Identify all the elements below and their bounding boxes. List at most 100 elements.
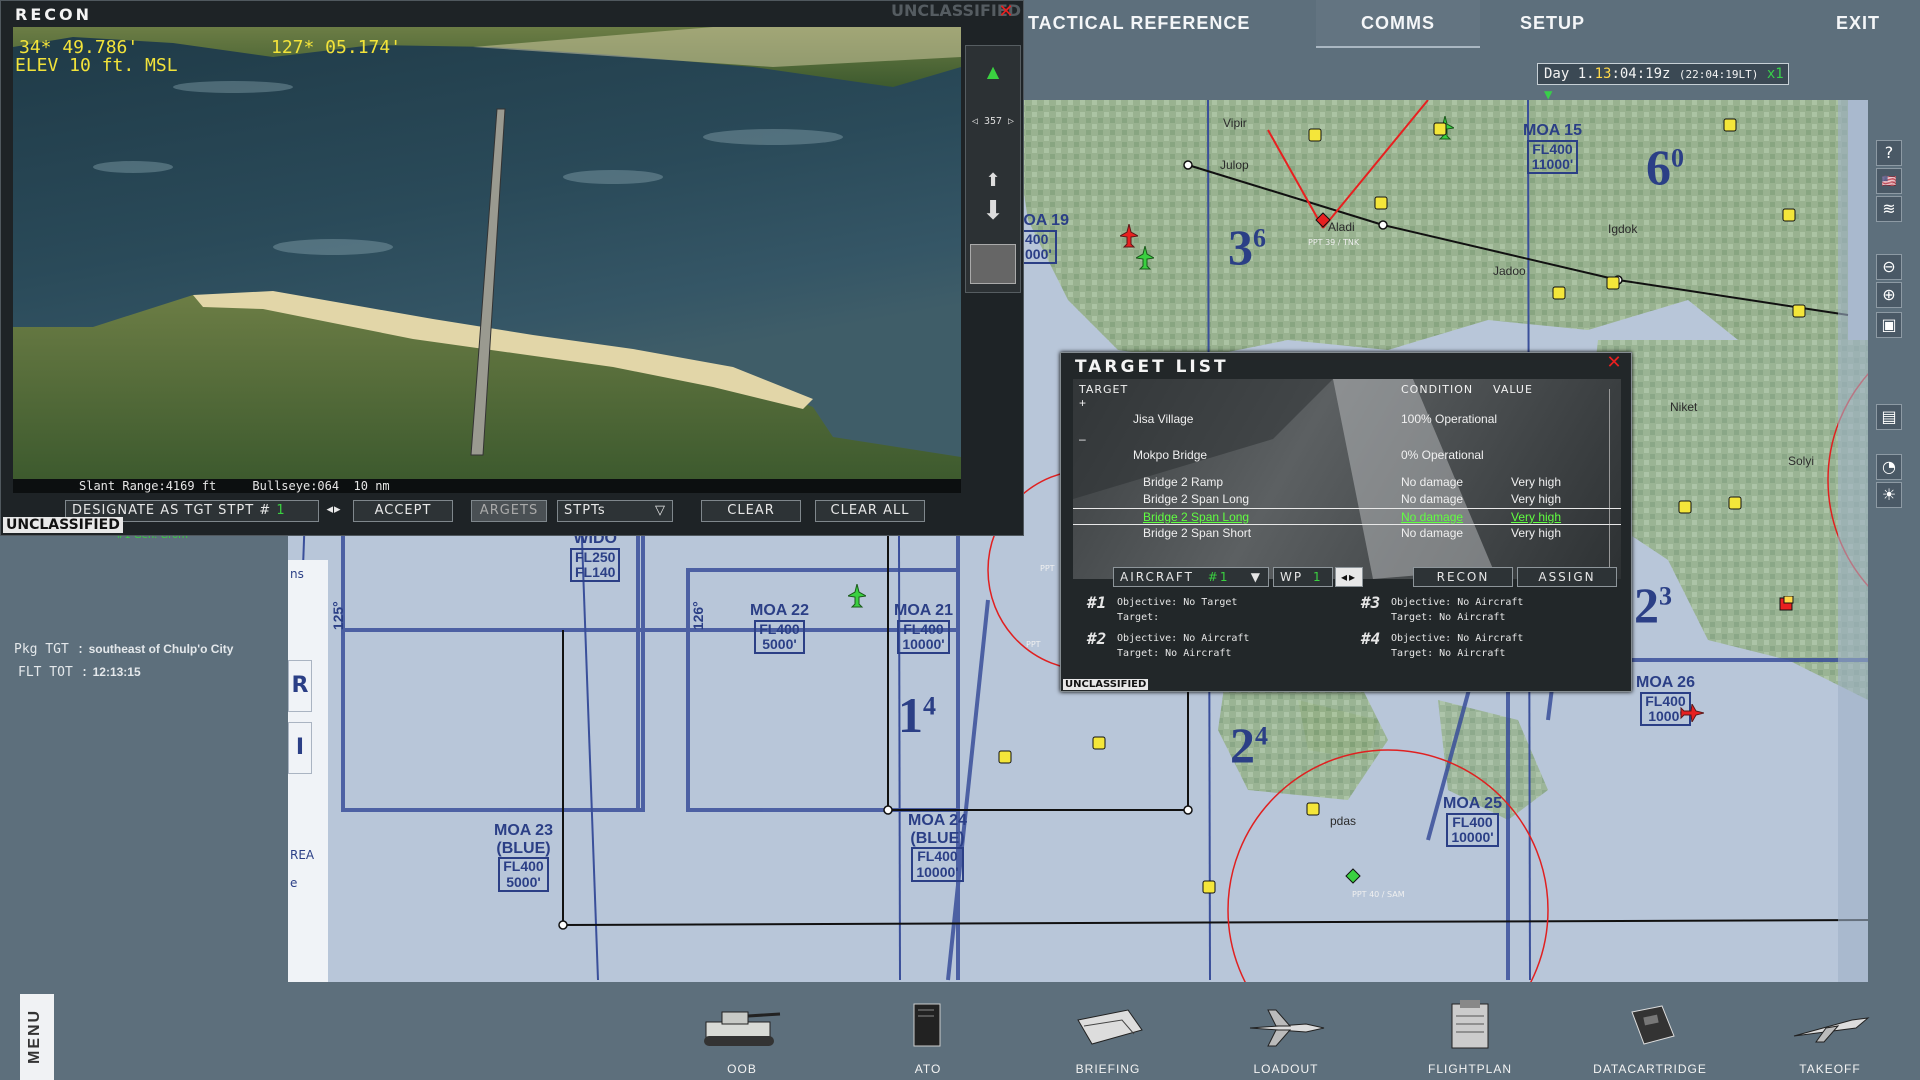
moa-alt: FL140 [575,563,616,580]
zoom-in-icon[interactable]: ⬆ [970,170,1016,191]
close-icon[interactable]: ✕ [1605,354,1623,373]
kneeboard-icon [1451,1000,1489,1049]
menu-button[interactable]: MENU [20,994,54,1080]
ground-unit-icon[interactable] [1782,208,1796,222]
side-box-i[interactable]: I [288,722,312,774]
flight-slot-2[interactable]: #2 Objective: No Aircraft Target: No Air… [1087,631,1347,663]
ground-unit-icon[interactable] [1678,500,1692,514]
close-icon[interactable]: ✕ [997,3,1015,22]
target-row[interactable]: Bridge 2 Ramp No damage Very high [1073,474,1621,491]
ground-unit-icon[interactable] [1728,496,1742,510]
ground-unit-icon[interactable] [1374,196,1388,210]
sam-site-icon[interactable] [1345,868,1361,884]
ground-unit-icon[interactable] [1092,736,1106,750]
ato-button[interactable]: ATO [868,1000,988,1078]
enemy-aircraft-icon[interactable] [1120,224,1138,248]
targets-button[interactable]: ARGETS [471,500,547,522]
flight-slot-3[interactable]: #3 Objective: No Aircraft Target: No Air… [1361,595,1621,627]
flight-number: #2 [1087,629,1107,648]
chevron-down-icon[interactable]: ▼ [1544,87,1552,103]
target-group-row[interactable]: + Jisa Village 100% Operational [1073,396,1621,428]
ground-unit-icon[interactable] [998,750,1012,764]
friendly-aircraft-icon[interactable] [848,584,866,608]
town-aladi: Aladi [1328,220,1355,234]
weather-icon[interactable]: ☀ [1876,482,1902,508]
clear-all-button[interactable]: CLEAR ALL [815,500,925,522]
moa-alt: 5000' [506,873,541,890]
tab-tactical-reference[interactable]: TACTICAL REFERENCE [1028,0,1250,48]
zoom-in-icon[interactable]: ⊕ [1876,282,1902,308]
clock-day-label: Day [1544,66,1570,82]
side-box-r[interactable]: R [288,660,312,712]
target-row[interactable]: Bridge 2 Span Short No damage Very high [1073,525,1621,542]
elevation-readout: ELEV 10 ft. MSL [15,55,178,76]
target-list-title: TARGET LIST [1075,357,1229,377]
ground-unit-icon[interactable] [1306,802,1320,816]
tab-setup[interactable]: SETUP [1520,0,1585,48]
time-compression[interactable]: x1 [1767,66,1784,82]
ground-unit-icon[interactable] [1202,880,1216,894]
flightplan-button[interactable]: FLIGHTPLAN [1410,1000,1530,1078]
stpts-dropdown[interactable]: STPTs ▽ [557,500,673,522]
flight-slot-4[interactable]: #4 Objective: No Aircraft Target: No Air… [1361,631,1621,663]
aircraft-selector[interactable]: AIRCRAFT #1 ▼ [1113,567,1269,587]
accept-button[interactable]: ACCEPT [353,500,453,522]
arrow-up-icon[interactable]: ▲ [970,62,1016,81]
ground-unit-icon[interactable] [1552,286,1566,300]
target-group-row[interactable]: – Mokpo Bridge 0% Operational [1073,432,1621,464]
target-row-selected[interactable]: Bridge 2 Span Long No damage Very high [1073,508,1621,525]
target-list-window[interactable]: TARGET LIST ✕ TARGET CONDITION VALUE + J… [1060,352,1632,692]
tab-comms[interactable]: COMMS [1316,0,1480,48]
jet-loadout-icon [1249,1009,1325,1047]
moa-alt: 10000' [1451,828,1494,845]
datacartridge-button[interactable]: DATACARTRIDGE [1590,1000,1710,1078]
clear-button[interactable]: CLEAR [701,500,801,522]
collapse-icon[interactable]: – [1079,431,1086,448]
target-marker-icon[interactable] [1315,212,1331,228]
ground-unit-icon[interactable] [1723,118,1737,132]
zone-digit: 2 [1230,717,1255,773]
book-icon[interactable]: ▤ [1876,404,1902,430]
meridian-text: 125° [329,601,346,631]
target-value: Very high [1511,510,1562,524]
flt-tot-label: FLT TOT : [18,665,89,680]
ground-unit-icon[interactable] [1433,122,1447,136]
recon-window[interactable]: RECON UNCLASSIFIED ✕ 34* 49.786' 127* 05… [0,0,1024,536]
moa-name: MOA 24 [908,812,967,829]
moa-25-label: MOA 25 FL400 10000' [1443,795,1502,848]
recon-button[interactable]: RECON [1413,567,1513,587]
assign-button[interactable]: ASSIGN [1517,567,1617,587]
town-vipir: Vipir [1223,116,1247,130]
layers-icon[interactable]: ≋ [1876,196,1902,222]
target-row[interactable]: Bridge 2 Span Long No damage Very high [1073,491,1621,508]
flag-icon[interactable]: 🇺🇸 [1876,168,1902,194]
moa-fl: FL400 [903,620,944,637]
moa-name: MOA 25 [1443,795,1502,812]
stepper-arrows-icon[interactable]: ◂▸ [321,500,347,522]
satellite-image[interactable] [13,27,961,479]
enemy-aircraft-icon[interactable] [1680,704,1704,722]
loadout-button[interactable]: LOADOUT [1226,1000,1346,1078]
briefing-button[interactable]: BRIEFING [1048,1000,1168,1078]
airbase-icon[interactable] [1778,596,1794,612]
stepper-arrows-icon[interactable]: ◂▸ [1335,567,1363,587]
chevron-down-icon[interactable]: ⬇ [970,196,1016,226]
waypoint-selector[interactable]: WP 1 [1273,567,1333,587]
zoom-out-icon[interactable]: ⊖ [1876,254,1902,280]
flight-slot-1[interactable]: #1 Objective: No Target Target: [1087,595,1347,627]
help-button[interactable]: ? [1876,140,1902,166]
help-icon: ? [1884,143,1894,162]
ground-unit-icon[interactable] [1606,276,1620,290]
zone-60: 60 [1646,138,1684,196]
tab-exit[interactable]: EXIT [1836,0,1880,48]
friendly-aircraft-icon[interactable] [1136,246,1154,270]
oob-button[interactable]: OOB [682,1000,802,1078]
takeoff-button[interactable]: TAKEOFF [1770,1000,1890,1078]
clock-local: (22:04:19LT) [1678,68,1759,81]
thumbnail-icon[interactable] [970,244,1016,284]
expand-icon[interactable]: + [1079,395,1086,412]
ground-unit-icon[interactable] [1792,304,1806,318]
radar-icon[interactable]: ◔ [1876,454,1902,480]
fit-view-icon[interactable]: ▣ [1876,312,1902,338]
ground-unit-icon[interactable] [1308,128,1322,142]
